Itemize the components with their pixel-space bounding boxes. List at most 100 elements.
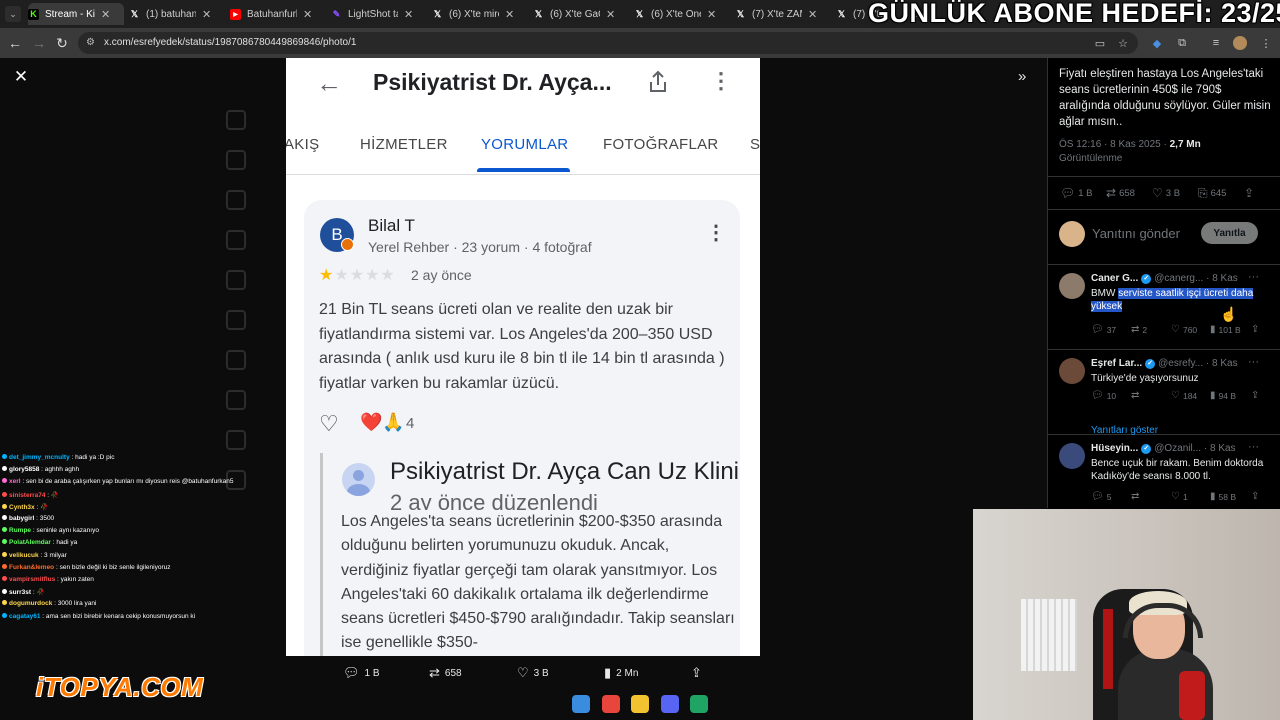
reply-reply-button[interactable]: 💬︎ 10 [1091, 390, 1116, 401]
tab-close-icon[interactable]: ✕ [101, 8, 110, 21]
chat-text: : aghhh aghh [39, 466, 80, 474]
extensions-puzzle-icon[interactable]: ⧉ [1175, 36, 1189, 50]
tab-close-icon[interactable]: ✕ [404, 8, 413, 21]
reply-like-button[interactable]: ♡ 1 [1171, 491, 1188, 502]
tab-close-icon[interactable]: ✕ [202, 8, 211, 21]
browser-tab[interactable]: 𝕏 (6) X'te GaGa ✕ [533, 3, 629, 25]
reply-like-button[interactable]: ♡ 184 [1171, 390, 1197, 401]
browser-tab[interactable]: 𝕏 (7) X'te ZAM H ✕ [735, 3, 831, 25]
reply-repost-button[interactable]: ⇄ [1131, 491, 1142, 502]
browser-tab[interactable]: 𝕏 (1) batuhanfurk ✕ [129, 3, 225, 25]
chrome-icon[interactable] [601, 695, 620, 713]
reply-share-button[interactable]: ⇪ [1251, 324, 1262, 335]
reply-divider [320, 453, 323, 656]
reply-author: Eşref Lar... ✓ @esrefy... · 8 Kas [1091, 358, 1238, 369]
tab-close-icon[interactable]: ✕ [606, 8, 615, 21]
windows-start-icon[interactable] [572, 695, 590, 713]
expand-panel-icon[interactable]: » [1018, 68, 1026, 85]
chat-username: glory5858 [9, 466, 40, 474]
extension-icon[interactable]: ◆ [1150, 36, 1164, 50]
photo-image: ← Psikiyatrist Dr. Ayça... ⋮ AKIŞ HİZMET… [286, 58, 760, 656]
browser-tab[interactable]: 𝕏 (6) X'te mirocar ✕ [432, 3, 528, 25]
reply-reply-button[interactable]: 💬︎ 37 [1091, 324, 1116, 335]
home-icon [226, 110, 246, 130]
install-app-icon[interactable]: ▭ [1093, 36, 1107, 50]
owner-reply-time: 2 ay önce düzenlendi [390, 490, 598, 510]
bookmark-star-icon[interactable]: ☆ [1116, 36, 1130, 50]
chat-badge-icon [2, 503, 7, 509]
jobs-icon [226, 390, 246, 410]
tab-close-icon[interactable]: ✕ [505, 8, 514, 21]
chat-message: babygirl : 3500 [2, 515, 54, 522]
chat-badge-icon [2, 600, 7, 606]
back-button[interactable]: ← [6, 34, 24, 52]
webcam-feed [973, 509, 1280, 720]
reply-views[interactable]: ▮ 58 B [1210, 491, 1236, 502]
chat-text: : hadi ya :D pic [69, 454, 115, 461]
like-icon: ♡ [1171, 324, 1180, 335]
reply-submit-button[interactable]: Yanıtla [1201, 222, 1258, 244]
tab-close-icon[interactable]: ✕ [808, 8, 817, 21]
reply-reply-button[interactable]: 💬︎ 5 [1091, 491, 1111, 502]
browser-tab[interactable]: ✎ LightShot taraf ✕ [331, 3, 427, 25]
tab-close-icon[interactable]: ✕ [707, 8, 716, 21]
reply-views[interactable]: ▮ 101 B [1210, 324, 1241, 335]
share-icon: ⇪ [1244, 186, 1255, 200]
profile-avatar[interactable] [1233, 36, 1247, 50]
x-icon: 𝕏 [130, 8, 139, 19]
chat-username: Furkan&lemeo [9, 563, 55, 571]
address-bar[interactable]: ⚙ x.com/esrefyedek/status/19870867804498… [78, 32, 1138, 54]
bookmarks-icon [226, 350, 246, 370]
tweet-date: ÖS 12:16 · 8 Kas 2025 · [1059, 139, 1170, 150]
reply-views[interactable]: ▮ 94 B [1210, 390, 1236, 401]
photo-like-button[interactable]: ♡ 3 B [517, 665, 549, 681]
reply-item[interactable]: Eşref Lar... ✓ @esrefy... · 8 Kas ··· Türk… [1048, 350, 1280, 436]
chat-message: cagatay61 : ama sen bizi birebir kenara … [2, 612, 195, 620]
chat-text: : 🥀 [31, 589, 45, 597]
browser-tab[interactable]: 𝕏 (6) X'te Onedio ✕ [634, 3, 730, 25]
chat-message: PolatAlemdar : hadi ya [2, 539, 77, 546]
tweet-reply-button[interactable]: 💬︎ 1 B [1060, 186, 1093, 200]
chat-badge-icon [2, 612, 7, 618]
reply-share-button[interactable]: ⇪ [1251, 491, 1262, 502]
more-icon[interactable]: ··· [1248, 441, 1259, 453]
tab-close-icon[interactable]: ✕ [303, 8, 312, 21]
browser-menu-icon[interactable]: ⋮ [1259, 36, 1273, 50]
reply-like-button[interactable]: ♡ 760 [1171, 324, 1197, 335]
discord-icon[interactable] [660, 695, 679, 713]
browser-tab[interactable]: ▶ Batuhanfurk ✕ [230, 3, 326, 25]
forward-button[interactable]: → [30, 34, 48, 52]
reply-author: Hüseyin... ✓ @Ozanil... · 8 Kas [1091, 443, 1236, 454]
reply-item[interactable]: Hüseyin... ✓ @Ozanil... · 8 Kas ··· Bence … [1048, 435, 1280, 508]
photo-views[interactable]: ▮ 2 Mn [604, 665, 638, 681]
site-info-icon[interactable]: ⚙ [86, 37, 95, 48]
reply-share-button[interactable]: ⇪ [1251, 390, 1262, 401]
more-icon[interactable]: ··· [1248, 271, 1259, 283]
reply-input[interactable]: Yanıtını gönder [1092, 226, 1180, 241]
browser-toolbar: ← → ↻ ⚙ x.com/esrefyedek/status/19870867… [0, 28, 1280, 58]
reply-item[interactable]: Caner G... ✓ @canerg... · 8 Kas ··· BMW se… [1048, 265, 1280, 350]
tweet-bookmark-button[interactable]: ⎘ 645 [1198, 186, 1226, 201]
photo-share-button[interactable]: ⇪ [691, 665, 707, 681]
photo-repost-button[interactable]: ⇄ 658 [429, 665, 462, 681]
lists-icon [226, 310, 246, 330]
close-photo-button[interactable]: ✕ [12, 67, 30, 86]
reply-repost-button[interactable]: ⇄ [1131, 390, 1142, 401]
reply-repost-button[interactable]: ⇄ 2 [1131, 324, 1147, 335]
kick-studio-icon[interactable] [690, 695, 708, 713]
reload-button[interactable]: ↻ [53, 34, 71, 52]
file-explorer-icon[interactable] [631, 695, 649, 713]
chat-text: : sen bizle değil ki biz senle ilgileniy… [54, 563, 171, 571]
tab-search-button[interactable]: ⌄ [5, 6, 21, 22]
more-options-icon: ⋮ [710, 68, 732, 93]
tab-title: (1) batuhanfurk [146, 8, 196, 20]
owner-avatar [342, 463, 375, 496]
reviewer-meta: Yerel Rehber · 23 yorum · 4 fotoğraf [368, 239, 592, 255]
more-icon[interactable]: ··· [1248, 356, 1259, 368]
tweet-repost-button[interactable]: ⇄ 658 [1106, 186, 1135, 200]
photo-reply-button[interactable]: 💬︎ 1 B [343, 665, 380, 681]
media-controls-icon[interactable]: ≡ [1209, 36, 1223, 50]
tweet-like-button[interactable]: ♡ 3 B [1152, 186, 1180, 200]
browser-tab[interactable]: K Stream - Kick ✕ [28, 3, 124, 25]
tweet-share-button[interactable]: ⇪ [1244, 186, 1257, 200]
